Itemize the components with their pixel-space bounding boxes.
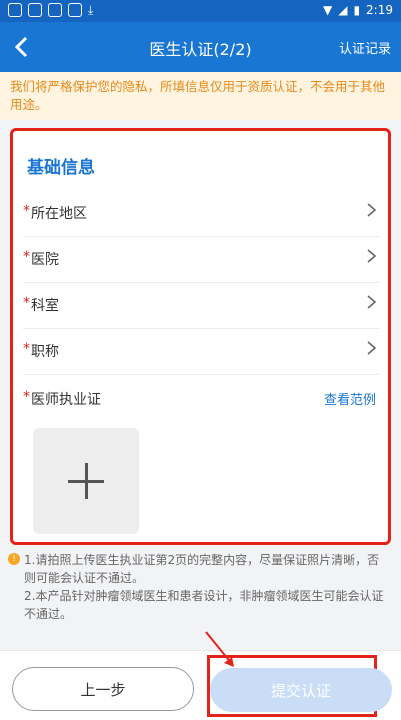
field-label: 科室 (31, 298, 59, 314)
plus-icon (85, 463, 88, 499)
download-icon: ⤓ (88, 3, 94, 17)
clock: 2:19 (366, 3, 393, 17)
title-bar: 医生认证(2/2) 认证记录 (0, 22, 401, 72)
chat-icon (28, 3, 42, 17)
field-label: 职称 (31, 344, 59, 360)
tip-line-2: 2.本产品针对肿瘤领域医生和患者设计，非肿瘤领域医生可能会认证不通过。 (24, 589, 384, 621)
field-region[interactable]: * 所在地区 (23, 191, 380, 237)
certification-records-link[interactable]: 认证记录 (339, 38, 391, 57)
field-label: 医师执业证 (31, 392, 101, 408)
signal-icon: ◢ (338, 3, 348, 17)
basic-info-card: 基础信息 * 所在地区 * 医院 * 科室 * 职称 * 医师执业证 查看范例 (10, 128, 391, 545)
field-license: * 医师执业证 查看范例 (23, 377, 380, 423)
bottom-bar: 上一步 提交认证 (0, 650, 401, 720)
chat-icon (48, 3, 62, 17)
notification-icon (8, 3, 22, 17)
section-title: 基础信息 (27, 158, 95, 178)
field-department[interactable]: * 科室 (23, 283, 380, 329)
required-mark: * (23, 341, 30, 357)
battery-icon: ▮ (353, 3, 361, 17)
tip-line-1: 1.请拍照上传医生执业证第2页的完整内容，尽量保证照片清晰，否则可能会认证不通过… (24, 553, 380, 585)
upload-tips: ! 1.请拍照上传医生执业证第2页的完整内容，尽量保证照片清晰，否则可能会认证不… (8, 551, 384, 623)
submit-certification-button[interactable]: 提交认证 (210, 668, 392, 712)
chevron-right-icon (367, 341, 377, 355)
info-icon: ! (8, 553, 20, 565)
upload-license-button[interactable] (33, 428, 139, 534)
required-mark: * (23, 295, 30, 311)
image-icon (68, 3, 82, 17)
field-title[interactable]: * 职称 (23, 329, 380, 375)
status-bar: ⤓ ▼ ◢ ▮ 2:19 (0, 0, 401, 22)
view-example-link[interactable]: 查看范例 (324, 389, 376, 408)
field-hospital[interactable]: * 医院 (23, 237, 380, 283)
chevron-right-icon (367, 203, 377, 217)
chevron-right-icon (367, 295, 377, 309)
status-icons-right: ▼ ◢ ▮ 2:19 (323, 3, 393, 17)
chevron-right-icon (367, 249, 377, 263)
required-mark: * (23, 249, 30, 265)
field-label: 医院 (31, 252, 59, 268)
previous-step-button[interactable]: 上一步 (12, 667, 194, 711)
required-mark: * (23, 203, 30, 219)
wifi-icon: ▼ (322, 3, 333, 17)
required-mark: * (23, 389, 30, 405)
status-icons-left: ⤓ (8, 3, 93, 18)
pointer-arrow-icon (205, 631, 234, 667)
privacy-notice: 我们将严格保护您的隐私，所填信息仅用于资质认证，不会用于其他用途。 (0, 72, 401, 120)
field-label: 所在地区 (31, 206, 87, 222)
